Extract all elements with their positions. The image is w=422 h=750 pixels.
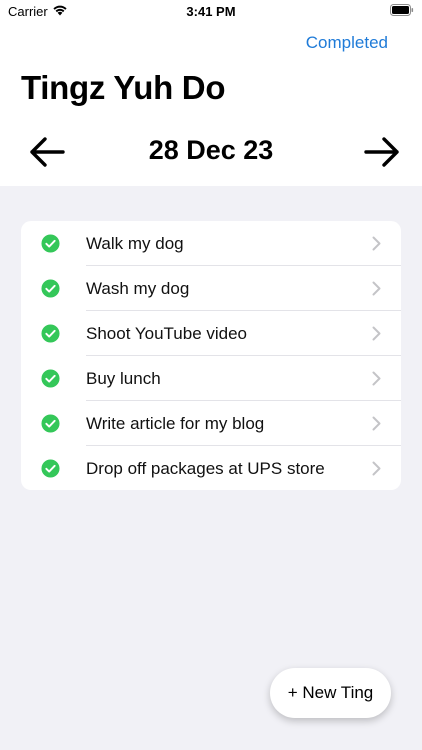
chevron-right-icon — [372, 281, 381, 296]
task-label: Drop off packages at UPS store — [86, 459, 325, 478]
check-circle-icon — [41, 324, 60, 343]
check-circle-icon — [41, 459, 60, 478]
chevron-right-icon — [372, 371, 381, 386]
page-title: Tingz Yuh Do — [21, 69, 226, 106]
status-bar: Carrier 3:41 PM — [0, 0, 422, 24]
task-row[interactable]: Shoot YouTube video — [21, 311, 401, 356]
task-row[interactable]: Drop off packages at UPS store — [21, 446, 401, 490]
task-label: Buy lunch — [86, 369, 161, 388]
status-time: 3:41 PM — [186, 4, 236, 19]
chevron-right-icon — [372, 461, 381, 476]
completed-button[interactable]: Completed — [306, 33, 388, 53]
task-label: Write article for my blog — [86, 414, 265, 433]
current-date: 28 Dec 23 — [148, 135, 274, 165]
battery-icon — [390, 4, 414, 16]
chevron-right-icon — [372, 326, 381, 341]
arrow-right-icon[interactable] — [362, 134, 402, 170]
task-row[interactable]: Buy lunch — [21, 356, 401, 401]
task-row[interactable]: Wash my dog — [21, 266, 401, 311]
task-row[interactable]: Write article for my blog — [21, 401, 401, 446]
chevron-right-icon — [372, 416, 381, 431]
task-label: Wash my dog — [86, 279, 190, 298]
check-circle-icon — [41, 369, 60, 388]
check-circle-icon — [41, 279, 60, 298]
task-row[interactable]: Walk my dog — [21, 221, 401, 266]
chevron-right-icon — [372, 236, 381, 251]
task-label: Walk my dog — [86, 234, 184, 253]
task-list: Walk my dog Wash my dog Shoot YouTube vi… — [21, 221, 401, 490]
date-navigator: 28 Dec 23 — [0, 130, 422, 174]
new-ting-button[interactable]: + New Ting — [270, 668, 391, 718]
task-label: Shoot YouTube video — [86, 324, 248, 343]
check-circle-icon — [41, 234, 60, 253]
check-circle-icon — [41, 414, 60, 433]
